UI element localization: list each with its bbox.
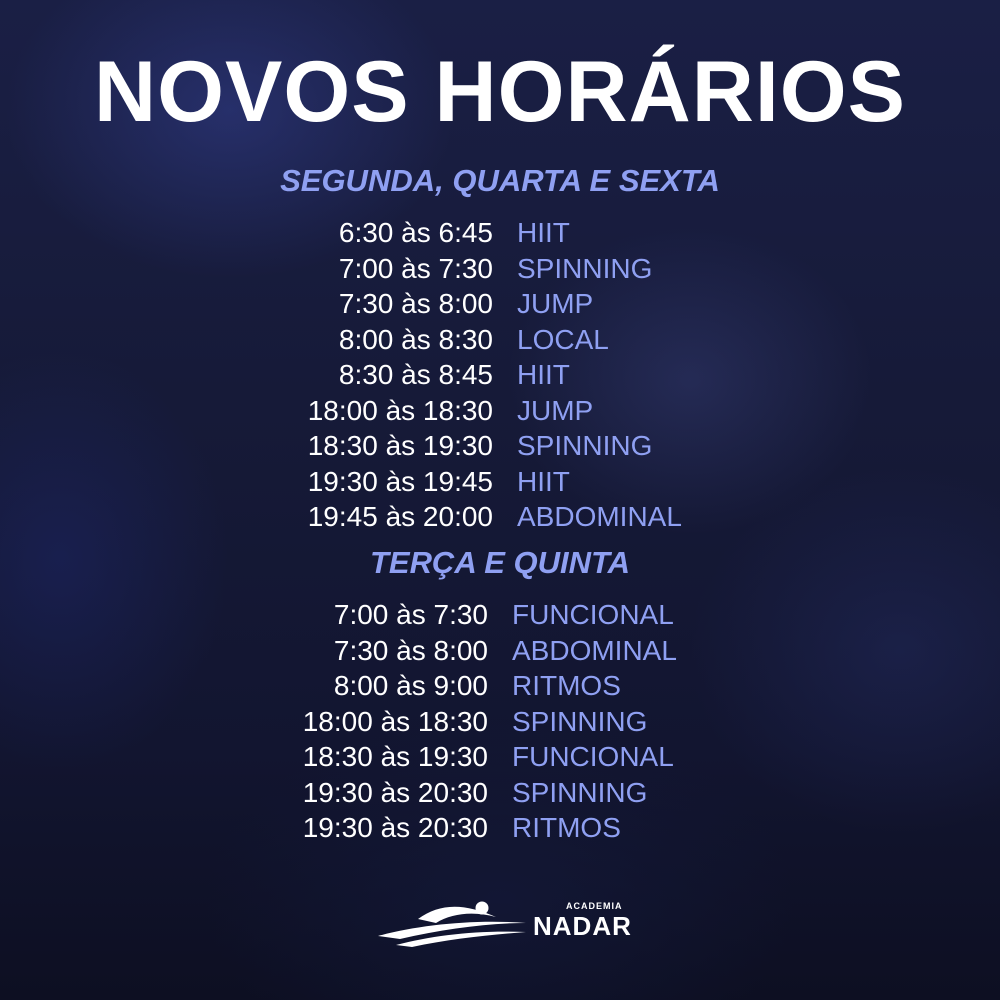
class-name: RITMOS [512, 812, 621, 843]
schedule-row: 8:00 às 9:00 RITMOS [0, 668, 1000, 704]
class-name: HIIT [517, 465, 570, 497]
class-name: FUNCIONAL [512, 599, 674, 630]
time-slot: 7:00 às 7:30 [333, 599, 488, 630]
class-name: RITMOS [512, 670, 621, 701]
class-name: SPINNING [512, 776, 648, 808]
schedule-row: 8:00 às 8:30 LOCAL [0, 322, 1000, 358]
schedule-list-ter-qui: 7:00 às 7:30 FUNCIONAL 7:30 às 8:00 ABDOMI… [0, 597, 1000, 846]
time-slot: 18:30 às 19:30 [307, 430, 493, 461]
schedule-row: 6:30 às 6:45 HIIT [0, 215, 1000, 251]
time-slot: 19:30 às 20:30 [302, 812, 488, 843]
page-title: NOVOS HORÁRIOS [94, 44, 906, 140]
time-slot: 19:30 às 19:45 [307, 465, 493, 497]
time-slot: 18:30 às 19:30 [302, 741, 488, 772]
time-slot: 8:30 às 8:45 [338, 359, 493, 390]
schedule-list-seg-qua-sex: 6:30 às 6:45 HIIT 7:00 às 7:30 SPINNING 7:… [0, 215, 1000, 535]
schedule-row: 19:30 às 20:30 SPINNING [0, 775, 1000, 811]
time-slot: 6:30 às 6:45 [338, 217, 493, 248]
time-slot: 7:30 às 8:00 [338, 288, 493, 319]
schedule-row: 18:00 às 18:30 SPINNING [0, 704, 1000, 740]
time-slot: 7:30 às 8:00 [333, 634, 488, 666]
time-slot: 8:00 às 9:00 [333, 670, 488, 701]
time-slot: 8:00 às 8:30 [338, 323, 493, 355]
class-name: SPINNING [517, 430, 653, 461]
schedule-row: 8:30 às 8:45 HIIT [0, 357, 1000, 393]
schedule-row: 19:30 às 19:45 HIIT [0, 464, 1000, 500]
class-name: ABDOMINAL [517, 501, 682, 532]
class-name: JUMP [517, 288, 594, 319]
logo-small-text: ACADEMIA [566, 901, 623, 911]
class-name: FUNCIONAL [512, 741, 674, 772]
time-slot: 7:00 às 7:30 [338, 252, 493, 284]
schedule-row: 19:45 às 20:00 ABDOMINAL [0, 499, 1000, 535]
schedule-row: 7:00 às 7:30 FUNCIONAL [0, 597, 1000, 633]
class-name: LOCAL [517, 323, 609, 355]
schedule-row: 7:30 às 8:00 JUMP [0, 286, 1000, 322]
schedule-row: 7:00 às 7:30 SPINNING [0, 251, 1000, 287]
class-name: HIIT [517, 217, 570, 248]
class-name: ABDOMINAL [512, 634, 677, 666]
schedule-row: 18:30 às 19:30 SPINNING [0, 428, 1000, 464]
logo-brand-text: NADAR [533, 911, 632, 941]
section-heading-ter-qui: TERÇA E QUINTA [369, 545, 631, 580]
time-slot: 18:00 às 18:30 [307, 394, 493, 426]
class-name: HIIT [517, 359, 570, 390]
time-slot: 18:00 às 18:30 [302, 705, 488, 737]
section-heading-seg-qua-sex: SEGUNDA, QUARTA E SEXTA [280, 163, 720, 198]
schedule-row: 18:00 às 18:30 JUMP [0, 393, 1000, 429]
schedule-row: 7:30 às 8:00 ABDOMINAL [0, 633, 1000, 669]
time-slot: 19:45 às 20:00 [307, 501, 493, 532]
schedule-row: 18:30 às 19:30 FUNCIONAL [0, 739, 1000, 775]
class-name: JUMP [517, 394, 594, 426]
class-name: SPINNING [517, 252, 653, 284]
time-slot: 19:30 às 20:30 [302, 776, 488, 808]
schedule-row: 19:30 às 20:30 RITMOS [0, 810, 1000, 846]
class-name: SPINNING [512, 705, 648, 737]
swimmer-waves-icon [378, 901, 526, 947]
